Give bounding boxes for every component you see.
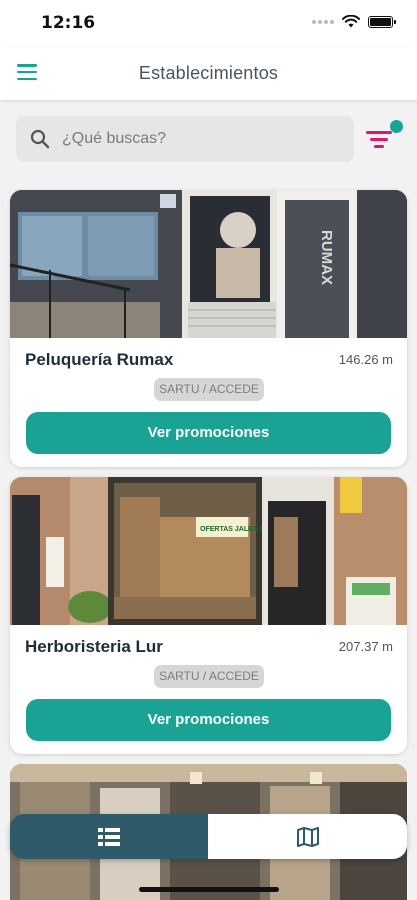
establishment-distance: 207.37 m — [338, 639, 393, 654]
list-icon — [98, 827, 120, 846]
establishment-name: Peluquería Rumax — [25, 350, 174, 369]
filter-button[interactable] — [366, 126, 394, 152]
filter-active-indicator — [390, 120, 403, 133]
establishment-photo: RUMAX — [10, 190, 407, 338]
view-promotions-button[interactable]: Ver promociones — [26, 699, 391, 741]
view-promotions-button[interactable]: Ver promociones — [26, 412, 391, 454]
view-toggle — [10, 814, 407, 859]
map-view-button[interactable] — [208, 814, 407, 859]
status-bar: 12:16 — [0, 0, 417, 46]
shop-sign-text: RUMAX — [318, 230, 335, 285]
map-icon — [296, 826, 319, 847]
home-indicator — [139, 887, 279, 892]
search-icon — [30, 129, 50, 149]
status-icons — [312, 15, 396, 28]
wifi-icon — [342, 15, 360, 28]
status-badge: SARTU / ACCEDE — [154, 378, 264, 401]
search-input[interactable] — [62, 116, 342, 162]
establishment-card[interactable]: OFERTAS JALEA REAL Herboristeria Lur 207… — [10, 477, 407, 754]
search-box[interactable] — [16, 116, 354, 162]
establishment-name: Herboristeria Lur — [25, 637, 163, 656]
filter-icon — [366, 131, 392, 134]
page-title: Establecimientos — [138, 63, 279, 83]
status-badge: SARTU / ACCEDE — [154, 665, 264, 688]
battery-icon — [368, 15, 396, 28]
status-time: 12:16 — [41, 13, 96, 33]
nav-bar: Establecimientos — [0, 46, 417, 100]
establishment-card[interactable]: RUMAX Peluquería Rumax 146.26 m SARTU / … — [10, 190, 407, 467]
list-view-button[interactable] — [10, 814, 208, 859]
establishment-photo: OFERTAS JALEA REAL — [10, 477, 407, 625]
establishment-distance: 146.26 m — [338, 352, 393, 367]
signal-icon — [312, 19, 334, 24]
